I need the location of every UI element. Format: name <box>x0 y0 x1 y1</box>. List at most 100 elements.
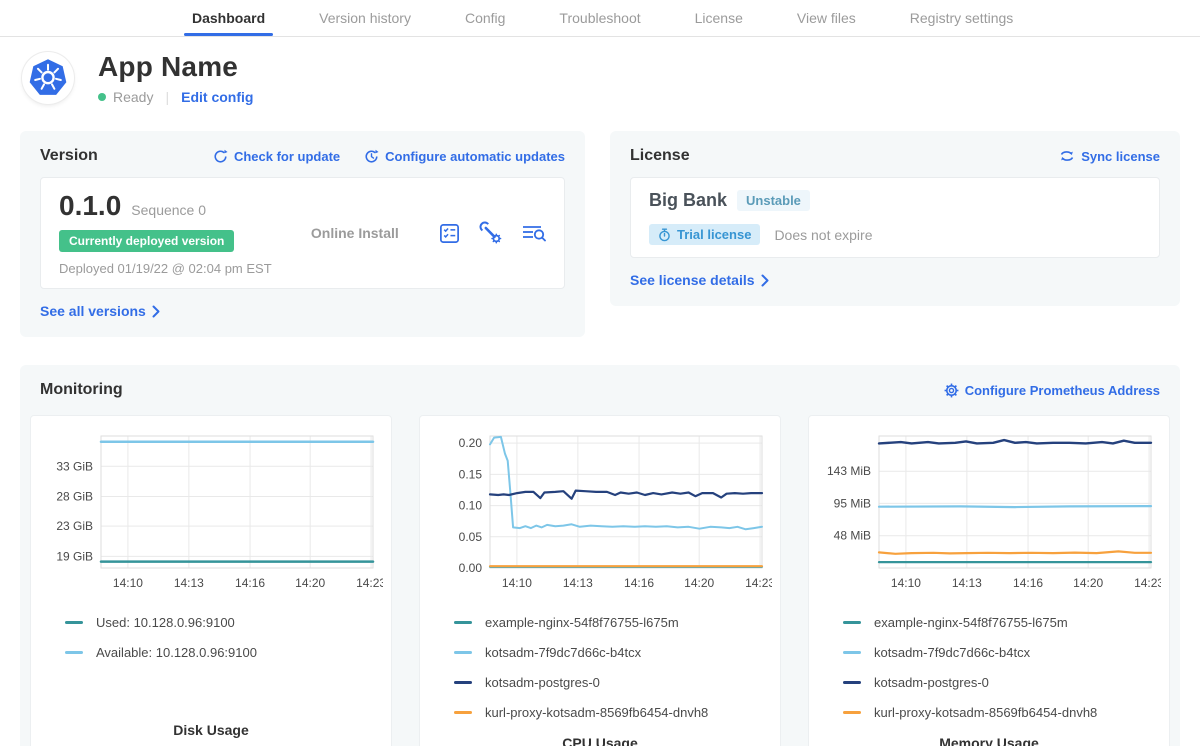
svg-text:0.00: 0.00 <box>459 561 483 575</box>
tab-config[interactable]: Config <box>465 0 505 36</box>
wrench-gear-icon <box>479 221 503 245</box>
top-nav: Dashboard Version history Config Trouble… <box>0 0 1200 37</box>
auto-update-clock-icon <box>364 149 379 164</box>
legend-label: kurl-proxy-kotsadm-8569fb6454-dnvh8 <box>874 705 1097 720</box>
disk-usage-chart-title: Disk Usage <box>31 722 391 738</box>
svg-text:14:16: 14:16 <box>235 576 265 590</box>
svg-text:0.05: 0.05 <box>459 530 483 544</box>
legend-label: Available: 10.128.0.96:9100 <box>96 645 257 660</box>
sync-arrows-icon <box>1059 149 1075 163</box>
deploy-logs-button[interactable] <box>521 222 546 245</box>
legend-label: kotsadm-7f9dc7d66c-b4tcx <box>485 645 641 660</box>
version-number: 0.1.0 <box>59 190 121 222</box>
sync-license-link[interactable]: Sync license <box>1059 149 1160 164</box>
chevron-right-icon <box>152 305 160 318</box>
tab-version-history[interactable]: Version history <box>319 0 411 36</box>
svg-text:33 GiB: 33 GiB <box>56 459 93 473</box>
legend-swatch <box>454 681 472 684</box>
preflight-checks-button[interactable] <box>438 222 461 245</box>
memory-usage-chart-card: 48 MiB 95 MiB 143 MiB 14:10 14:13 14:16 14:20 1… <box>808 415 1170 746</box>
svg-text:14:23: 14:23 <box>1134 576 1161 590</box>
svg-text:0.20: 0.20 <box>459 436 483 450</box>
svg-text:14:20: 14:20 <box>1073 576 1103 590</box>
legend-label: kotsadm-7f9dc7d66c-b4tcx <box>874 645 1030 660</box>
disk-usage-chart-canvas: 19 GiB 23 GiB 28 GiB 33 GiB 14:10 14:13 14:16 1… <box>39 426 383 605</box>
tab-registry-settings[interactable]: Registry settings <box>910 0 1013 36</box>
license-heading: License <box>630 147 690 165</box>
version-heading: Version <box>40 147 98 165</box>
configure-automatic-updates-label: Configure automatic updates <box>385 149 565 164</box>
legend-swatch <box>454 711 472 714</box>
svg-text:0.15: 0.15 <box>459 467 483 481</box>
see-license-details-label: See license details <box>630 272 755 288</box>
page-title: App Name <box>98 51 253 83</box>
edit-config-link[interactable]: Edit config <box>181 89 253 105</box>
svg-text:143 MiB: 143 MiB <box>827 464 871 478</box>
svg-text:48 MiB: 48 MiB <box>834 529 871 543</box>
svg-text:95 MiB: 95 MiB <box>834 496 871 510</box>
check-for-update-link[interactable]: Check for update <box>213 149 340 164</box>
legend-swatch <box>65 621 83 624</box>
tab-dashboard[interactable]: Dashboard <box>192 0 265 36</box>
svg-text:14:23: 14:23 <box>356 576 383 590</box>
check-for-update-label: Check for update <box>234 149 340 164</box>
tab-view-files[interactable]: View files <box>797 0 856 36</box>
svg-text:0.10: 0.10 <box>459 499 483 513</box>
license-card: License Sync license Big Bank Unstable <box>610 131 1180 306</box>
trial-license-badge: Trial license <box>649 224 760 245</box>
monitoring-section: Monitoring Configure Prometheus Address <box>20 365 1180 746</box>
cpu-usage-chart-card: 0.000.050.100.150.2014:1014:1314:1614:20… <box>419 415 781 746</box>
disk-usage-legend: Used: 10.128.0.96:9100 Available: 10.128.… <box>31 615 391 675</box>
gear-icon <box>944 383 959 398</box>
svg-text:14:16: 14:16 <box>1013 576 1043 590</box>
svg-text:14:10: 14:10 <box>113 576 143 590</box>
version-sequence: Sequence 0 <box>131 202 206 218</box>
svg-text:14:13: 14:13 <box>952 576 982 590</box>
monitoring-heading: Monitoring <box>40 381 123 399</box>
tab-troubleshoot[interactable]: Troubleshoot <box>559 0 640 36</box>
legend-swatch <box>454 651 472 654</box>
configure-prometheus-label: Configure Prometheus Address <box>965 383 1160 398</box>
memory-usage-chart-title: Memory Usage <box>809 735 1169 746</box>
legend-item: kurl-proxy-kotsadm-8569fb6454-dnvh8 <box>843 705 1169 720</box>
sync-license-label: Sync license <box>1081 149 1160 164</box>
configure-automatic-updates-link[interactable]: Configure automatic updates <box>364 149 565 164</box>
disk-usage-chart-card: 19 GiB 23 GiB 28 GiB 33 GiB 14:10 14:13 14:16 1… <box>30 415 392 746</box>
svg-text:14:13: 14:13 <box>563 576 593 590</box>
edit-config-label: Edit config <box>181 89 253 105</box>
see-all-versions-link[interactable]: See all versions <box>40 303 160 319</box>
svg-text:14:10: 14:10 <box>891 576 921 590</box>
app-header: App Name Ready | Edit config <box>0 37 1200 111</box>
refresh-icon <box>213 149 228 164</box>
tab-license[interactable]: License <box>695 0 743 36</box>
legend-item: kurl-proxy-kotsadm-8569fb6454-dnvh8 <box>454 705 780 720</box>
legend-item: example-nginx-54f8f76755-l675m <box>454 615 780 630</box>
legend-label: kotsadm-postgres-0 <box>874 675 989 690</box>
legend-label: example-nginx-54f8f76755-l675m <box>485 615 679 630</box>
legend-label: Used: 10.128.0.96:9100 <box>96 615 235 630</box>
svg-text:14:10: 14:10 <box>502 576 532 590</box>
svg-text:28 GiB: 28 GiB <box>56 490 93 504</box>
license-customer-name: Big Bank <box>649 190 727 211</box>
currently-deployed-badge: Currently deployed version <box>59 230 234 252</box>
legend-label: example-nginx-54f8f76755-l675m <box>874 615 1068 630</box>
legend-item: kotsadm-postgres-0 <box>454 675 780 690</box>
legend-label: kotsadm-postgres-0 <box>485 675 600 690</box>
svg-text:14:13: 14:13 <box>174 576 204 590</box>
svg-text:19 GiB: 19 GiB <box>56 549 93 563</box>
legend-swatch <box>843 711 861 714</box>
svg-text:14:16: 14:16 <box>624 576 654 590</box>
status-text: Ready <box>113 89 153 105</box>
edit-config-button[interactable] <box>479 221 503 245</box>
divider: | <box>165 89 169 105</box>
cpu-usage-chart-canvas: 0.000.050.100.150.2014:1014:1314:1614:20… <box>428 426 772 605</box>
legend-swatch <box>65 651 83 654</box>
see-license-details-link[interactable]: See license details <box>630 272 769 288</box>
legend-swatch <box>843 621 861 624</box>
legend-label: kurl-proxy-kotsadm-8569fb6454-dnvh8 <box>485 705 708 720</box>
legend-swatch <box>843 651 861 654</box>
configure-prometheus-link[interactable]: Configure Prometheus Address <box>944 383 1160 398</box>
memory-usage-chart-canvas: 48 MiB 95 MiB 143 MiB 14:10 14:13 14:16 14:20 1… <box>817 426 1161 605</box>
deployed-timestamp: Deployed 01/19/22 @ 02:04 pm EST <box>59 261 272 276</box>
svg-text:23 GiB: 23 GiB <box>56 519 93 533</box>
